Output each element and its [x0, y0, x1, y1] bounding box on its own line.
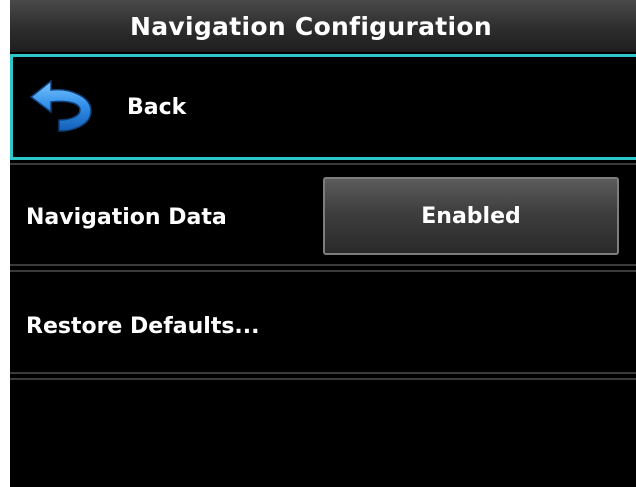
navigation-data-label: Navigation Data	[26, 205, 227, 230]
title-bar: Navigation Configuration	[10, 0, 636, 52]
empty-row	[10, 378, 636, 487]
navigation-data-value: Enabled	[421, 203, 521, 229]
navigation-data-toggle-button[interactable]: Enabled	[323, 177, 619, 255]
back-button[interactable]: Back	[10, 54, 636, 160]
navigation-data-row: Navigation Data Enabled	[10, 163, 636, 266]
screen: Navigation Configuration Back Navigation…	[10, 0, 636, 487]
back-arrow-icon	[29, 79, 95, 133]
restore-defaults-label: Restore Defaults...	[26, 314, 260, 339]
page-title: Navigation Configuration	[130, 11, 492, 41]
back-label: Back	[127, 95, 187, 120]
restore-defaults-button[interactable]: Restore Defaults...	[10, 270, 636, 374]
